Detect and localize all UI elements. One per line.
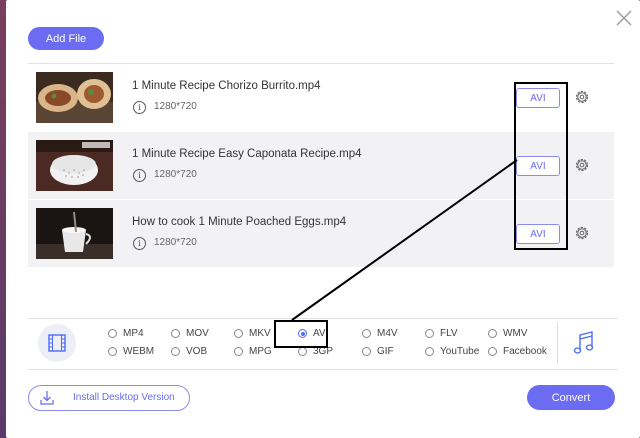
format-option-mkv[interactable]: MKV — [234, 328, 271, 339]
format-option-avi[interactable]: AVI — [298, 328, 328, 339]
install-desktop-button[interactable]: Install Desktop Version — [28, 385, 190, 411]
radio-button[interactable] — [425, 329, 434, 338]
output-format-button[interactable]: AVI — [516, 224, 560, 244]
audio-format-icon[interactable] — [573, 330, 595, 356]
radio-button[interactable] — [362, 329, 371, 338]
format-option-label: FLV — [440, 328, 458, 339]
format-bottom-divider — [28, 369, 618, 370]
format-option-label: MOV — [186, 328, 209, 339]
format-option-m4v[interactable]: M4V — [362, 328, 398, 339]
gear-icon[interactable] — [574, 157, 590, 173]
format-option-label: MP4 — [123, 328, 144, 339]
format-option-youtube[interactable]: YouTube — [425, 346, 479, 357]
output-format-button[interactable]: AVI — [516, 156, 560, 176]
format-option-mpg[interactable]: MPG — [234, 346, 272, 357]
radio-button[interactable] — [171, 329, 180, 338]
radio-button[interactable] — [488, 347, 497, 356]
file-name: How to cook 1 Minute Poached Eggs.mp4 — [132, 216, 347, 228]
radio-button[interactable] — [298, 329, 307, 338]
file-row[interactable]: 1 Minute Recipe Easy Caponata Recipe.mp4… — [28, 132, 614, 199]
gear-icon[interactable] — [574, 225, 590, 241]
format-option-mov[interactable]: MOV — [171, 328, 209, 339]
format-option-label: WEBM — [123, 346, 155, 357]
convert-button[interactable]: Convert — [527, 385, 615, 410]
format-option-label: MKV — [249, 328, 271, 339]
converter-dialog: Add File 1 Minute Recipe Chorizo Burrito… — [6, 0, 640, 438]
format-option-gif[interactable]: GIF — [362, 346, 394, 357]
format-option-wmv[interactable]: WMV — [488, 328, 527, 339]
format-option-label: AVI — [313, 328, 329, 339]
video-format-icon[interactable] — [38, 324, 76, 362]
file-name: 1 Minute Recipe Chorizo Burrito.mp4 — [132, 80, 321, 92]
file-name: 1 Minute Recipe Easy Caponata Recipe.mp4 — [132, 148, 362, 160]
format-option-label: WMV — [503, 328, 528, 339]
file-resolution: 1280*720 — [154, 169, 197, 180]
format-option-label: YouTube — [440, 346, 480, 357]
format-option-label: VOB — [186, 346, 208, 357]
file-row[interactable]: 1 Minute Recipe Chorizo Burrito.mp4 i 12… — [28, 64, 614, 131]
format-option-label: Facebook — [503, 346, 547, 357]
format-option-label: M4V — [377, 328, 398, 339]
format-option-vob[interactable]: VOB — [171, 346, 207, 357]
format-option-3gp[interactable]: 3GP — [298, 346, 333, 357]
install-desktop-label: Install Desktop Version — [73, 392, 175, 403]
file-row[interactable]: How to cook 1 Minute Poached Eggs.mp4 i … — [28, 200, 614, 267]
video-thumbnail — [36, 140, 113, 191]
radio-button[interactable] — [108, 329, 117, 338]
format-separator — [557, 322, 558, 364]
format-option-mp4[interactable]: MP4 — [108, 328, 144, 339]
gear-icon[interactable] — [574, 89, 590, 105]
radio-button[interactable] — [298, 347, 307, 356]
format-option-label: MPG — [249, 346, 272, 357]
format-option-facebook[interactable]: Facebook — [488, 346, 547, 357]
file-list: 1 Minute Recipe Chorizo Burrito.mp4 i 12… — [28, 64, 614, 268]
radio-button[interactable] — [234, 329, 243, 338]
format-option-webm[interactable]: WEBM — [108, 346, 154, 357]
format-option-label: 3GP — [313, 346, 334, 357]
output-format-button[interactable]: AVI — [516, 88, 560, 108]
radio-button[interactable] — [425, 347, 434, 356]
file-resolution: 1280*720 — [154, 101, 197, 112]
info-icon[interactable]: i — [133, 169, 146, 182]
format-option-flv[interactable]: FLV — [425, 328, 458, 339]
video-thumbnail — [36, 208, 113, 259]
format-option-label: GIF — [377, 346, 394, 357]
info-icon[interactable]: i — [133, 237, 146, 250]
file-resolution: 1280*720 — [154, 237, 197, 248]
radio-button[interactable] — [108, 347, 117, 356]
download-icon — [40, 391, 54, 405]
add-file-button[interactable]: Add File — [28, 27, 104, 50]
info-icon[interactable]: i — [133, 101, 146, 114]
radio-button[interactable] — [171, 347, 180, 356]
radio-button[interactable] — [488, 329, 497, 338]
format-bar: MP4 MOV MKV AVI M4V FLV WMV WEBM VOB MPG 3GP GIF You… — [28, 318, 618, 368]
radio-button[interactable] — [362, 347, 371, 356]
video-thumbnail — [36, 72, 113, 123]
radio-button[interactable] — [234, 347, 243, 356]
close-icon[interactable] — [614, 8, 634, 28]
